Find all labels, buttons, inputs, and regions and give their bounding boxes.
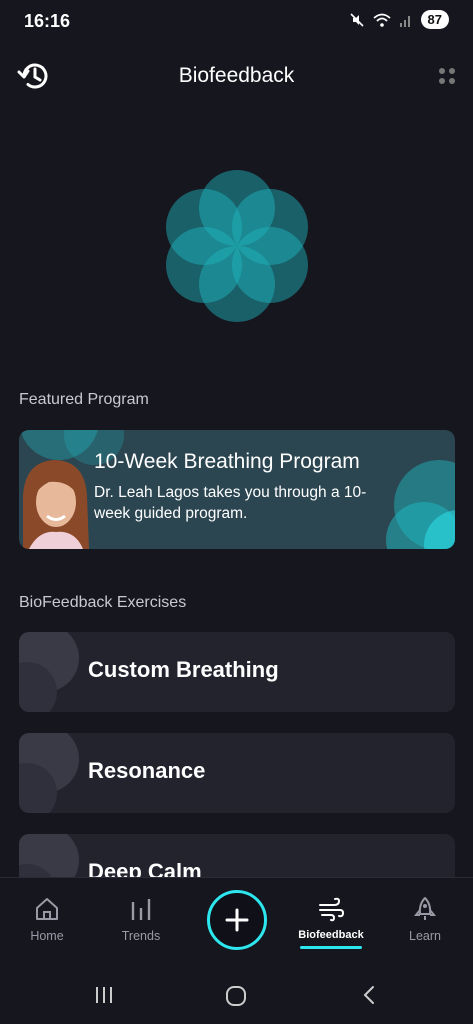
mute-icon xyxy=(349,12,364,27)
status-icons: 87 xyxy=(349,10,449,29)
nav-label: Home xyxy=(30,929,64,943)
nav-label: Learn xyxy=(409,929,441,943)
recent-apps-icon[interactable] xyxy=(94,985,114,1005)
exercise-label: Custom Breathing xyxy=(88,657,279,682)
add-button[interactable] xyxy=(207,890,267,950)
grid-menu-icon[interactable] xyxy=(437,66,457,86)
status-bar: 16:16 87 xyxy=(0,0,473,44)
wifi-icon xyxy=(372,13,391,27)
card-decoration xyxy=(19,632,79,712)
nav-item-home[interactable]: Home xyxy=(7,896,87,943)
featured-section-label: Featured Program xyxy=(19,391,149,408)
card-decoration xyxy=(19,733,79,813)
nav-item-trends[interactable]: Trends xyxy=(101,896,181,943)
featured-program-card[interactable]: 10-Week Breathing Program Dr. Leah Lagos… xyxy=(19,430,455,549)
bottom-nav: Home Trends Biofeedback Learn xyxy=(0,877,473,961)
battery-badge: 87 xyxy=(420,10,449,29)
page-title: Biofeedback xyxy=(178,64,295,87)
breathing-flower-icon xyxy=(166,170,308,322)
exercises-section-label: BioFeedback Exercises xyxy=(19,594,187,611)
nav-item-biofeedback[interactable]: Biofeedback xyxy=(291,896,371,941)
exercise-card-custom-breathing[interactable]: Custom Breathing xyxy=(19,632,455,712)
status-time: 16:16 xyxy=(24,11,71,31)
avatar xyxy=(23,460,89,549)
system-nav-bar xyxy=(0,961,473,1024)
exercise-label: Resonance xyxy=(88,758,206,783)
nav-item-learn[interactable]: Learn xyxy=(385,896,465,943)
featured-program-description: Dr. Leah Lagos takes you through a 10-we… xyxy=(94,484,367,522)
nav-label: Biofeedback xyxy=(298,929,364,941)
plus-icon xyxy=(225,908,249,932)
signal-icon xyxy=(399,15,410,27)
header: Biofeedback xyxy=(0,52,473,100)
home-icon xyxy=(36,898,58,920)
featured-program-title: 10-Week Breathing Program xyxy=(94,450,360,473)
nav-label: Trends xyxy=(121,929,161,943)
exercise-card-resonance[interactable]: Resonance xyxy=(19,733,455,813)
wind-icon xyxy=(319,897,344,922)
back-icon[interactable] xyxy=(360,985,378,1005)
trends-icon xyxy=(131,899,151,920)
active-tab-indicator xyxy=(300,946,362,949)
rocket-icon xyxy=(413,897,437,920)
home-system-icon[interactable] xyxy=(225,985,247,1007)
